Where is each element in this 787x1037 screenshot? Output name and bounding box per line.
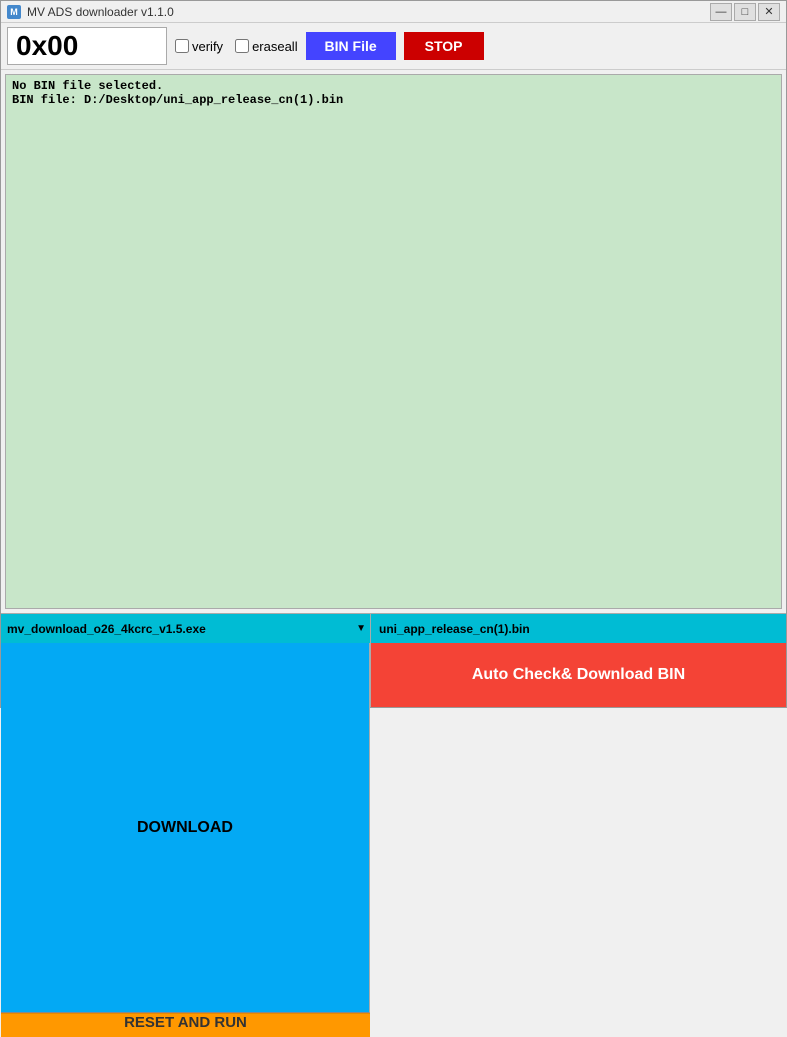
eraseall-label: eraseall xyxy=(252,39,298,54)
app-icon: M xyxy=(7,5,21,19)
stop-button[interactable]: STOP xyxy=(404,32,484,60)
eraseall-checkbox-item[interactable]: eraseall xyxy=(235,39,298,54)
close-button[interactable]: ✕ xyxy=(758,3,780,21)
bottom-bar: mv_download_o26_4kcrc_v1.5.exe ▼ uni_app… xyxy=(1,613,786,707)
toolbar: 0x00 verify eraseall BIN File STOP xyxy=(1,23,786,70)
exe-select-wrapper[interactable]: mv_download_o26_4kcrc_v1.5.exe ▼ xyxy=(1,614,371,643)
minimize-button[interactable]: — xyxy=(710,3,732,21)
window-title: MV ADS downloader v1.1.0 xyxy=(27,5,174,19)
log-line-2: BIN file: D:/Desktop/uni_app_release_cn(… xyxy=(12,93,775,107)
bin-filename-display: uni_app_release_cn(1).bin xyxy=(371,614,786,643)
auto-check-line1: Auto Check xyxy=(472,665,561,686)
eraseall-checkbox[interactable] xyxy=(235,39,249,53)
title-bar: M MV ADS downloader v1.1.0 — □ ✕ xyxy=(1,1,786,23)
verify-checkbox-item[interactable]: verify xyxy=(175,39,223,54)
title-bar-controls: — □ ✕ xyxy=(710,3,780,21)
verify-label: verify xyxy=(192,39,223,54)
main-window: M MV ADS downloader v1.1.0 — □ ✕ 0x00 ve… xyxy=(0,0,787,708)
status-display: 0x00 xyxy=(7,27,167,65)
auto-check-line2: & Download BIN xyxy=(561,665,685,686)
log-line-1: No BIN file selected. xyxy=(12,79,775,93)
checkbox-group: verify eraseall xyxy=(175,39,298,54)
action-row: DOWNLOAD RESET AND RUN Auto Check & Down… xyxy=(1,643,786,707)
left-action-col: DOWNLOAD RESET AND RUN xyxy=(1,643,371,707)
title-bar-left: M MV ADS downloader v1.1.0 xyxy=(7,5,174,19)
bin-file-button[interactable]: BIN File xyxy=(306,32,396,60)
auto-check-button[interactable]: Auto Check & Download BIN xyxy=(371,643,786,707)
reset-run-button[interactable]: RESET AND RUN xyxy=(1,1013,370,1037)
log-area: No BIN file selected. BIN file: D:/Deskt… xyxy=(5,74,782,609)
maximize-button[interactable]: □ xyxy=(734,3,756,21)
download-button[interactable]: DOWNLOAD xyxy=(1,643,370,1013)
exe-select[interactable]: mv_download_o26_4kcrc_v1.5.exe xyxy=(1,614,370,643)
verify-checkbox[interactable] xyxy=(175,39,189,53)
file-row: mv_download_o26_4kcrc_v1.5.exe ▼ uni_app… xyxy=(1,613,786,643)
